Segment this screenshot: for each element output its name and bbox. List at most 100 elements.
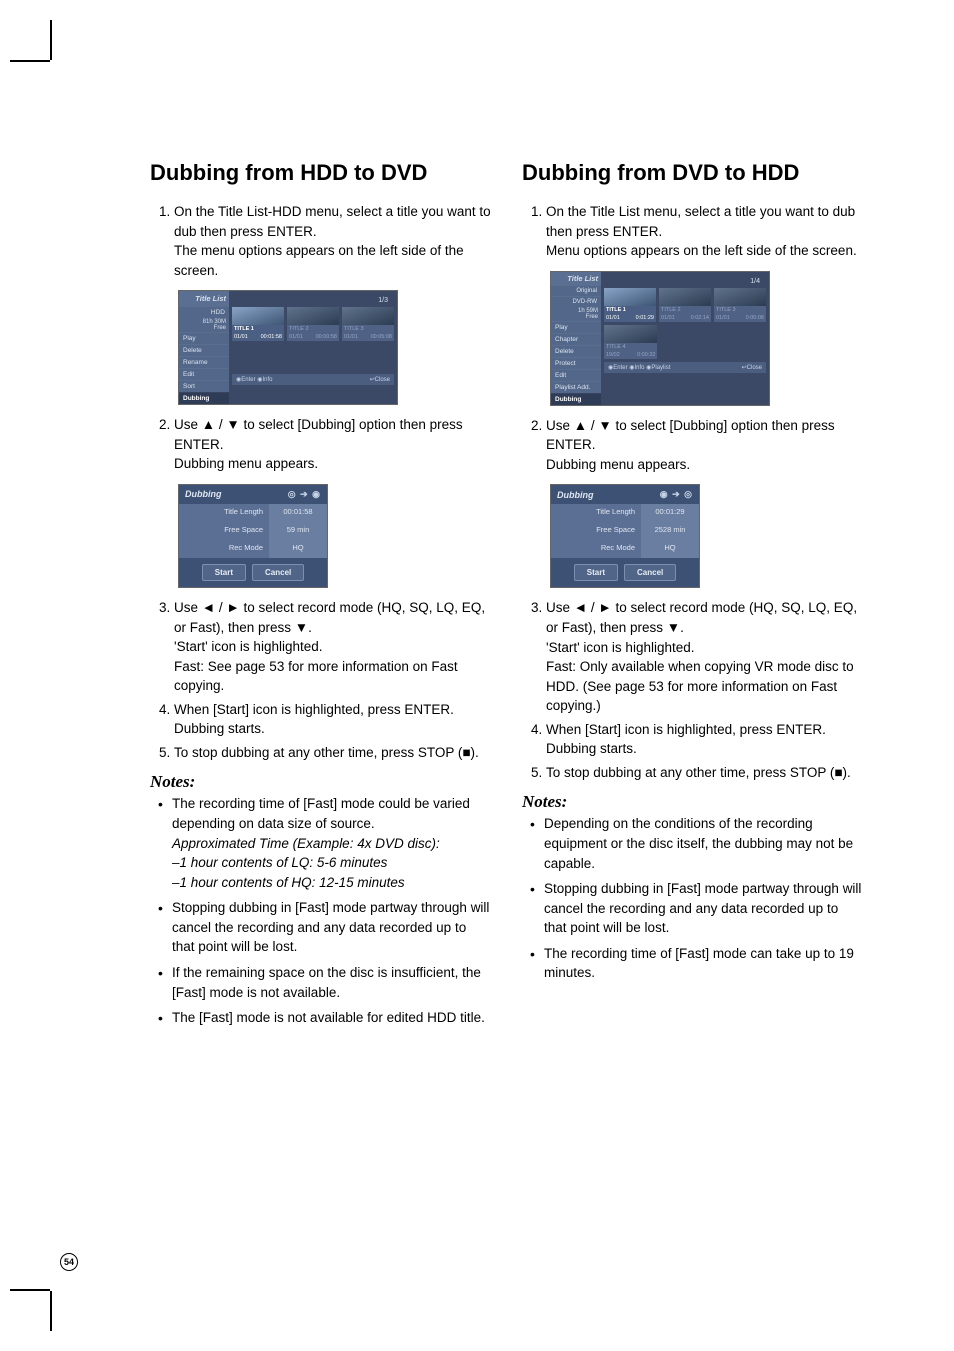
sidebar-free: 1h 59MFree bbox=[551, 307, 601, 321]
step-text: Use ▲ / ▼ to select [Dubbing] option the… bbox=[174, 417, 463, 452]
row-value[interactable]: HQ bbox=[269, 540, 327, 558]
menu-delete[interactable]: Delete bbox=[551, 345, 601, 357]
page-indicator: 1/3 bbox=[378, 297, 388, 304]
start-button[interactable]: Start bbox=[202, 564, 246, 581]
step-3: Use ◄ / ► to select record mode (HQ, SQ,… bbox=[546, 598, 864, 715]
figure-dubbing-panel-right: Dubbing ◉ ➔ ◎ Title Length00:01:29 Free S… bbox=[550, 484, 700, 588]
dubbing-direction-icon: ◉ ➔ ◎ bbox=[660, 489, 693, 500]
row-label: Title Length bbox=[551, 504, 641, 522]
row-value[interactable]: HQ bbox=[641, 540, 699, 558]
menu-dubbing[interactable]: Dubbing bbox=[179, 392, 229, 404]
menu-rename[interactable]: Rename bbox=[179, 356, 229, 368]
row-label: Rec Mode bbox=[551, 540, 641, 558]
footer-right: ↩Close bbox=[742, 364, 762, 371]
step-sub: Dubbing starts. bbox=[174, 719, 492, 739]
menu-play[interactable]: Play bbox=[179, 332, 229, 344]
menu-edit[interactable]: Edit bbox=[179, 368, 229, 380]
thumbnail-2[interactable]: TITLE 2 01/0100:00:58 bbox=[287, 307, 339, 341]
menu-play[interactable]: Play bbox=[551, 321, 601, 333]
notes-heading: Notes: bbox=[522, 792, 864, 812]
sidebar-hdd: HDD bbox=[179, 306, 229, 318]
step-sub: The menu options appears on the left sid… bbox=[174, 241, 492, 280]
row-value: 59 min bbox=[269, 522, 327, 540]
note-item: Depending on the conditions of the recor… bbox=[544, 814, 864, 873]
step-sub: 'Start' icon is highlighted. bbox=[174, 637, 492, 657]
dubbing-direction-icon: ◎ ➔ ◉ bbox=[288, 489, 321, 500]
menu-protect[interactable]: Protect bbox=[551, 357, 601, 369]
step-text: To stop dubbing at any other time, press… bbox=[174, 745, 479, 760]
steps-left-part1: On the Title List-HDD menu, select a tit… bbox=[150, 202, 492, 280]
steps-right-part1: On the Title List menu, select a title y… bbox=[522, 202, 864, 261]
step-text: When [Start] icon is highlighted, press … bbox=[174, 702, 454, 717]
step-text: To stop dubbing at any other time, press… bbox=[546, 765, 851, 780]
sidebar-sub: DVD-RW bbox=[551, 296, 601, 307]
step-sub: Dubbing menu appears. bbox=[174, 454, 492, 474]
step-sub: Dubbing menu appears. bbox=[546, 455, 864, 475]
menu-playlist-add[interactable]: Playlist Add. bbox=[551, 381, 601, 393]
notes-list-left: The recording time of [Fast] mode could … bbox=[150, 794, 492, 1027]
footer-left: ◉Enter ◉Info bbox=[236, 376, 273, 383]
thumbnail-1[interactable]: TITLE 1 01/010:01:29 bbox=[604, 288, 656, 322]
heading-left: Dubbing from HDD to DVD bbox=[150, 160, 492, 186]
note-italic: –1 hour contents of LQ: 5-6 minutes bbox=[172, 853, 492, 873]
note-item: Stopping dubbing in [Fast] mode partway … bbox=[544, 879, 864, 938]
menu-delete[interactable]: Delete bbox=[179, 344, 229, 356]
heading-right: Dubbing from DVD to HDD bbox=[522, 160, 864, 186]
row-value: 00:01:29 bbox=[641, 504, 699, 522]
menu-edit[interactable]: Edit bbox=[551, 369, 601, 381]
step-4: When [Start] icon is highlighted, press … bbox=[546, 720, 864, 759]
dubbing-title: Dubbing bbox=[557, 490, 594, 500]
step-sub2: Fast: See page 53 for more information o… bbox=[174, 657, 492, 696]
footer-right: ↩Close bbox=[370, 376, 390, 383]
note-italic: –1 hour contents of HQ: 12-15 minutes bbox=[172, 873, 492, 893]
cancel-button[interactable]: Cancel bbox=[252, 564, 304, 581]
footer-left: ◉Enter ◉Info ◉Playlist bbox=[608, 364, 670, 371]
notes-list-right: Depending on the conditions of the recor… bbox=[522, 814, 864, 983]
steps-left-part2: Use ▲ / ▼ to select [Dubbing] option the… bbox=[150, 415, 492, 474]
sidebar-free: 81h 30MFree bbox=[179, 318, 229, 332]
thumbnail-2[interactable]: TITLE 2 01/010:02:14 bbox=[659, 288, 711, 322]
step-text: Use ▲ / ▼ to select [Dubbing] option the… bbox=[546, 418, 835, 453]
sidebar-sub: Original bbox=[551, 285, 601, 296]
row-label: Rec Mode bbox=[179, 540, 269, 558]
thumbnail-3[interactable]: TITLE 3 01/010:00:08 bbox=[714, 288, 766, 322]
page-content: Dubbing from HDD to DVD On the Title Lis… bbox=[50, 60, 914, 1034]
menu-chapter[interactable]: Chapter bbox=[551, 333, 601, 345]
step-text: On the Title List-HDD menu, select a tit… bbox=[174, 204, 491, 239]
step-4: When [Start] icon is highlighted, press … bbox=[174, 700, 492, 739]
step-sub: Menu options appears on the left side of… bbox=[546, 241, 864, 261]
start-button[interactable]: Start bbox=[574, 564, 618, 581]
step-1: On the Title List menu, select a title y… bbox=[546, 202, 864, 261]
menu-dubbing[interactable]: Dubbing bbox=[551, 393, 601, 405]
thumbnail-4[interactable]: TITLE 4 19/020:00:32 bbox=[604, 325, 657, 359]
step-2: Use ▲ / ▼ to select [Dubbing] option the… bbox=[546, 416, 864, 475]
crop-mark bbox=[50, 20, 52, 60]
title-list-label: Title List bbox=[551, 272, 601, 285]
page-indicator: 1/4 bbox=[750, 278, 760, 285]
step-3: Use ◄ / ► to select record mode (HQ, SQ,… bbox=[174, 598, 492, 696]
left-column: Dubbing from HDD to DVD On the Title Lis… bbox=[150, 160, 492, 1034]
steps-left-part3: Use ◄ / ► to select record mode (HQ, SQ,… bbox=[150, 598, 492, 763]
step-sub: 'Start' icon is highlighted. bbox=[546, 638, 864, 658]
steps-right-part2: Use ▲ / ▼ to select [Dubbing] option the… bbox=[522, 416, 864, 475]
thumbnail-3[interactable]: TITLE 3 01/0100:05:08 bbox=[342, 307, 394, 341]
right-column: Dubbing from DVD to HDD On the Title Lis… bbox=[522, 160, 864, 1034]
crop-mark bbox=[10, 60, 50, 62]
menu-sort[interactable]: Sort bbox=[179, 380, 229, 392]
step-text: On the Title List menu, select a title y… bbox=[546, 204, 855, 239]
page-number: 54 bbox=[60, 1253, 78, 1271]
note-item: The [Fast] mode is not available for edi… bbox=[172, 1008, 492, 1028]
step-text: When [Start] icon is highlighted, press … bbox=[546, 722, 826, 737]
step-text: Use ◄ / ► to select record mode (HQ, SQ,… bbox=[174, 600, 485, 635]
steps-right-part3: Use ◄ / ► to select record mode (HQ, SQ,… bbox=[522, 598, 864, 782]
note-item: The recording time of [Fast] mode could … bbox=[172, 794, 492, 892]
cancel-button[interactable]: Cancel bbox=[624, 564, 676, 581]
row-value: 00:01:58 bbox=[269, 504, 327, 522]
step-2: Use ▲ / ▼ to select [Dubbing] option the… bbox=[174, 415, 492, 474]
crop-mark bbox=[10, 1289, 50, 1291]
note-item: Stopping dubbing in [Fast] mode partway … bbox=[172, 898, 492, 957]
thumbnail-1[interactable]: TITLE 1 01/0100:01:58 bbox=[232, 307, 284, 341]
step-5: To stop dubbing at any other time, press… bbox=[546, 763, 864, 783]
row-label: Free Space bbox=[551, 522, 641, 540]
title-list-label: Title List bbox=[179, 291, 229, 306]
